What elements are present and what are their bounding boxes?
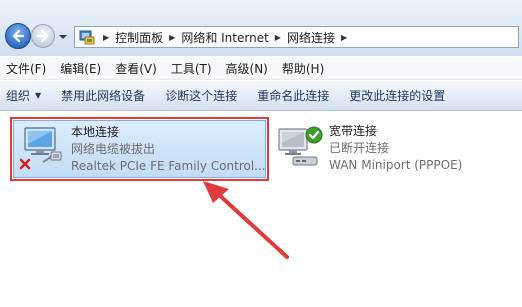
menu-view[interactable]: 查看(V) (115, 60, 157, 77)
diagnose-connection-button[interactable]: 诊断这个连接 (165, 87, 237, 104)
breadcrumb-separator-icon[interactable]: ▶ (275, 33, 281, 42)
menu-bar: 文件(F) 编辑(E) 查看(V) 工具(T) 高级(N) 帮助(H) (0, 58, 522, 80)
recent-pages-dropdown-icon[interactable] (58, 33, 68, 41)
organize-label: 组织 (6, 89, 31, 103)
organize-button[interactable]: 组织 ▼ (6, 87, 41, 104)
breadcrumb-network-internet[interactable]: 网络和 Internet (181, 29, 268, 46)
connection-device: WAN Miniport (PPPOE) (329, 158, 463, 172)
forward-button[interactable] (31, 24, 55, 48)
address-bar[interactable]: ▶ 控制面板 ▶ 网络和 Internet ▶ 网络连接 ▶ (74, 26, 519, 48)
change-settings-button[interactable]: 更改此连接的设置 (349, 87, 445, 104)
control-panel-icon (79, 30, 95, 45)
menu-file[interactable]: 文件(F) (6, 60, 46, 77)
network-adapter-disconnected-icon (17, 124, 67, 174)
connection-status: 已断开连接 (329, 141, 390, 155)
command-bar: 组织 ▼ 禁用此网络设备 诊断这个连接 重命名此连接 更改此连接的设置 (0, 81, 522, 111)
menu-advanced[interactable]: 高级(N) (226, 60, 268, 77)
back-button[interactable] (5, 23, 31, 49)
menu-edit[interactable]: 编辑(E) (60, 60, 101, 77)
rename-connection-button[interactable]: 重命名此连接 (257, 87, 329, 104)
breadcrumb-separator-icon[interactable]: ▶ (103, 33, 109, 42)
connection-item-broadband[interactable]: 宽带连接 已断开连接 WAN Miniport (PPPOE) (272, 120, 512, 178)
connection-name: 宽带连接 (329, 124, 378, 138)
connections-list: 本地连接 网络电缆被拔出 Realtek PCIe FE Family Cont… (0, 112, 522, 307)
back-arrow-icon (12, 29, 25, 43)
forward-arrow-icon (36, 29, 49, 43)
menu-tools[interactable]: 工具(T) (171, 60, 212, 77)
breadcrumb-network-connections[interactable]: 网络连接 (287, 29, 335, 46)
connection-item-local[interactable]: 本地连接 网络电缆被拔出 Realtek PCIe FE Family Cont… (10, 117, 269, 181)
connection-name: 本地连接 (71, 125, 120, 139)
breadcrumb-separator-icon[interactable]: ▶ (341, 33, 347, 42)
menu-help[interactable]: 帮助(H) (282, 60, 324, 77)
connection-device: Realtek PCIe FE Family Control... (71, 159, 266, 173)
chevron-down-icon: ▼ (35, 91, 42, 100)
connection-status: 网络电缆被拔出 (71, 142, 156, 156)
broadband-connection-icon (275, 123, 325, 173)
disable-device-button[interactable]: 禁用此网络设备 (61, 87, 145, 104)
navigation-bar: ▶ 控制面板 ▶ 网络和 Internet ▶ 网络连接 ▶ (0, 0, 522, 56)
breadcrumb-control-panel[interactable]: 控制面板 (115, 29, 163, 46)
breadcrumb-separator-icon[interactable]: ▶ (169, 33, 175, 42)
